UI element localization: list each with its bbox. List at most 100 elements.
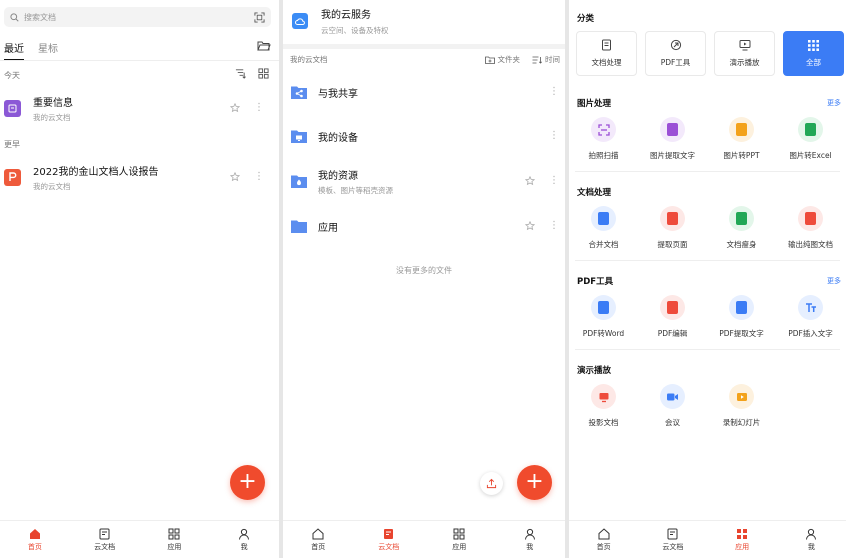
more-link[interactable]: 更多 <box>827 276 841 286</box>
nav-cloud-docs[interactable]: 云文档 <box>354 521 425 558</box>
note-icon <box>4 99 21 117</box>
filter-icon[interactable] <box>235 68 246 79</box>
list-item[interactable]: 我的设备 ⋮ <box>291 121 559 151</box>
divider <box>575 349 840 350</box>
more-icon[interactable]: ⋮ <box>549 87 559 97</box>
star-icon[interactable] <box>230 172 240 182</box>
grid-view-icon[interactable] <box>258 68 269 79</box>
nav-home[interactable]: 首页 <box>0 521 70 558</box>
more-icon[interactable]: ⋮ <box>254 172 264 182</box>
upload-icon <box>486 478 497 489</box>
category-label: 全部 <box>806 57 821 67</box>
doc-tools: 合并文档 提取页面 文档瘦身 输出纯图文档 <box>569 206 846 250</box>
search-icon <box>10 12 19 22</box>
nav-home[interactable]: 首页 <box>569 521 638 558</box>
tool-record-slides[interactable]: 录制幻灯片 <box>707 384 776 428</box>
more-icon[interactable]: ⋮ <box>549 131 559 141</box>
tool-label: 会议 <box>665 418 680 427</box>
nav-me[interactable]: 我 <box>209 521 279 558</box>
image-excel-icon <box>798 117 823 142</box>
category-row: 文档处理 PDF工具 演示播放 全部 <box>576 31 844 76</box>
star-icon[interactable] <box>230 103 240 113</box>
nav-label: 应用 <box>167 543 182 551</box>
apps-grid-icon <box>167 527 181 541</box>
scan-icon[interactable] <box>254 11 265 23</box>
person-icon <box>237 527 251 541</box>
create-button[interactable]: + <box>230 465 265 500</box>
category-pdf-tools[interactable]: PDF工具 <box>645 31 706 76</box>
file-tabs: 最近 星标 <box>4 40 271 61</box>
create-button[interactable]: + <box>517 465 552 500</box>
more-icon[interactable]: ⋮ <box>549 221 559 231</box>
video-call-icon <box>660 384 685 409</box>
section-label: 我的云文档 <box>290 55 328 64</box>
item-name: 与我共享 <box>318 88 358 100</box>
nav-cloud-docs[interactable]: 云文档 <box>70 521 140 558</box>
tool-merge-docs[interactable]: 合并文档 <box>569 206 638 250</box>
bottom-nav: 首页 云文档 应用 我 <box>0 520 279 558</box>
nav-label: 应用 <box>452 543 467 551</box>
tool-slim-doc[interactable]: 文档瘦身 <box>707 206 776 250</box>
list-item[interactable]: 应用 ⋮ <box>291 211 559 241</box>
nav-cloud-docs[interactable]: 云文档 <box>638 521 707 558</box>
tool-image-to-excel[interactable]: 图片转Excel <box>776 117 845 161</box>
new-folder-label: 文件夹 <box>497 55 521 64</box>
bottom-nav: 首页 云文档 应用 我 <box>283 520 565 558</box>
tool-label: 合并文档 <box>588 240 619 249</box>
tool-pdf-insert-text[interactable]: PDF插入文字 <box>776 295 845 339</box>
shared-folder-icon <box>291 86 307 99</box>
tool-photo-scan[interactable]: 拍照扫描 <box>569 117 638 161</box>
image-text-icon <box>660 117 685 142</box>
tool-pdf-edit[interactable]: PDF编辑 <box>638 295 707 339</box>
tool-pdf-to-word[interactable]: PDF转Word <box>569 295 638 339</box>
new-folder-button[interactable]: 文件夹 <box>484 54 521 65</box>
item-name: 应用 <box>318 222 338 234</box>
more-link[interactable]: 更多 <box>827 98 841 108</box>
tool-pdf-extract-text[interactable]: PDF提取文字 <box>707 295 776 339</box>
tab-recent[interactable]: 最近 <box>4 40 24 61</box>
nav-me[interactable]: 我 <box>777 521 846 558</box>
file-name: 重要信息 <box>33 97 73 109</box>
search-bar[interactable]: 搜索文档 <box>4 7 271 27</box>
tool-label: PDF提取文字 <box>719 329 764 338</box>
tool-extract-pages[interactable]: 提取页面 <box>638 206 707 250</box>
more-icon[interactable]: ⋮ <box>549 176 559 186</box>
search-placeholder: 搜索文档 <box>24 12 56 22</box>
tool-image-only-doc[interactable]: 输出纯图文档 <box>776 206 845 250</box>
tab-starred[interactable]: 星标 <box>38 40 58 59</box>
cloud-service-header[interactable]: 我的云服务 云空间、设备及特权 <box>283 0 565 42</box>
star-icon[interactable] <box>525 221 535 231</box>
category-all[interactable]: 全部 <box>783 31 844 76</box>
file-row[interactable]: 重要信息 我的云文档 ⋮ <box>4 93 274 123</box>
person-icon <box>523 527 537 541</box>
star-icon[interactable] <box>525 176 535 186</box>
nav-apps[interactable]: 应用 <box>708 521 777 558</box>
category-doc-processing[interactable]: 文档处理 <box>576 31 637 76</box>
sort-button[interactable]: 时间 <box>532 54 560 65</box>
home-icon <box>311 527 325 541</box>
tool-project-doc[interactable]: 投影文档 <box>569 384 638 428</box>
tool-image-to-ppt[interactable]: 图片转PPT <box>707 117 776 161</box>
list-item[interactable]: 与我共享 ⋮ <box>291 77 559 107</box>
list-item[interactable]: 我的资源 模板、图片等稻壳资源 ⋮ <box>291 166 559 196</box>
image-tools: 拍照扫描 图片提取文字 图片转PPT 图片转Excel <box>569 117 846 161</box>
upload-button[interactable] <box>480 472 503 495</box>
nav-label: 应用 <box>735 543 750 551</box>
section-today: 今天 <box>4 71 20 80</box>
pdf-icon <box>4 168 21 186</box>
item-subtitle: 模板、图片等稻壳资源 <box>318 185 393 195</box>
file-row[interactable]: 2022我的金山文档人设报告 我的云文档 ⋮ <box>4 162 274 192</box>
pdf-insert-text-icon <box>798 295 823 320</box>
tool-image-to-text[interactable]: 图片提取文字 <box>638 117 707 161</box>
category-presentation[interactable]: 演示播放 <box>714 31 775 76</box>
nav-home[interactable]: 首页 <box>283 521 354 558</box>
nav-apps[interactable]: 应用 <box>140 521 210 558</box>
tool-meeting[interactable]: 会议 <box>638 384 707 428</box>
nav-me[interactable]: 我 <box>495 521 566 558</box>
cloud-subtitle: 云空间、设备及特权 <box>321 26 389 35</box>
more-icon[interactable]: ⋮ <box>254 103 264 113</box>
folder-open-icon[interactable] <box>257 40 271 51</box>
home-panel: 搜索文档 最近 星标 今天 重要信息 我的云文档 ⋮ 更早 2022我的金山文档… <box>0 0 279 558</box>
nav-apps[interactable]: 应用 <box>424 521 495 558</box>
divider <box>283 44 565 49</box>
